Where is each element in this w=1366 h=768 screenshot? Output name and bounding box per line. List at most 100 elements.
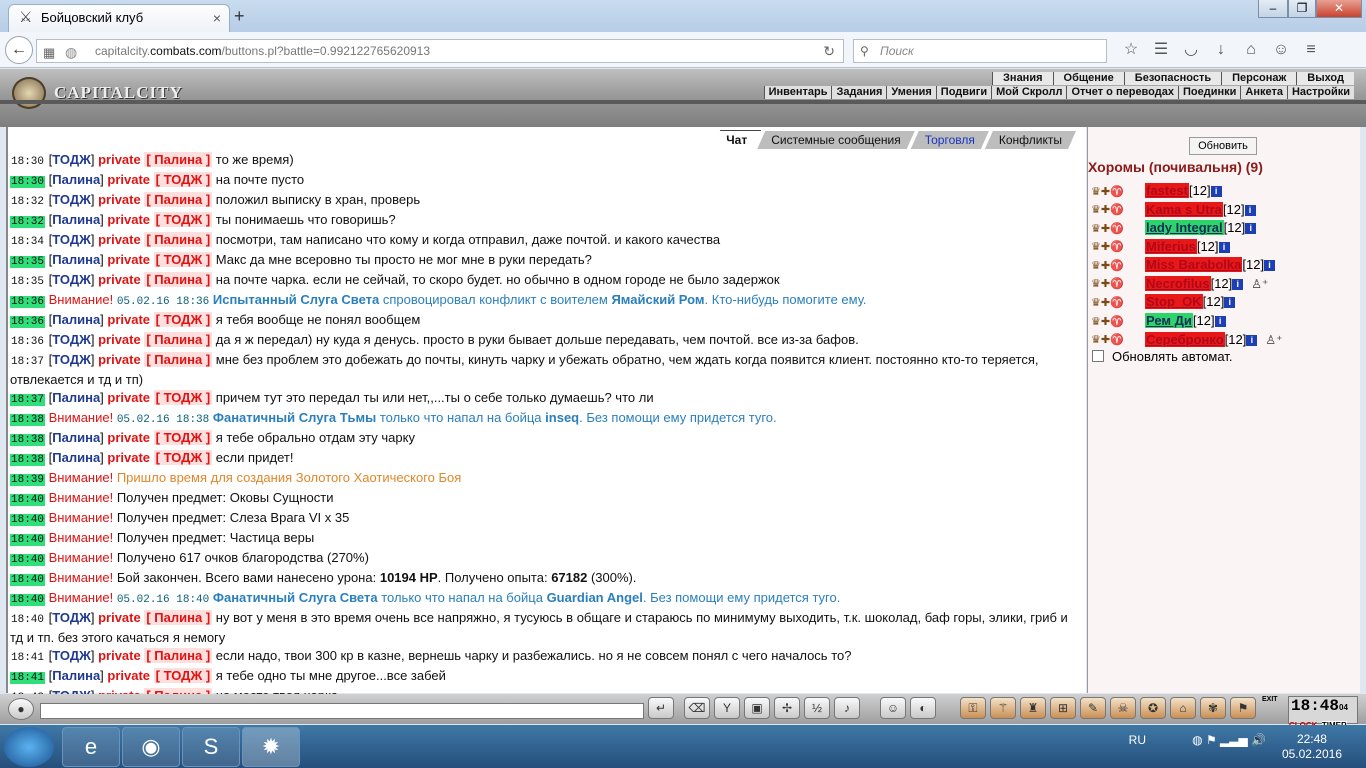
menu-icon[interactable]: ≡ xyxy=(1296,38,1326,62)
player-info-icon[interactable]: i xyxy=(1264,260,1276,272)
run-icon[interactable]: ✢ xyxy=(774,697,800,719)
smiley-menu-icon[interactable]: ● xyxy=(8,698,34,720)
tray-icons[interactable]: ◍ ⚑ ▂▃▅ 🔊 xyxy=(1192,733,1266,747)
menu-communication[interactable]: Общение xyxy=(1052,72,1124,85)
home-icon[interactable]: ⌂ xyxy=(1236,38,1266,62)
sender-name[interactable]: Палина xyxy=(52,450,100,465)
player-info-icon[interactable]: i xyxy=(1232,278,1244,290)
player-name[interactable]: Stop_OK xyxy=(1145,294,1203,310)
player-badges-icon[interactable]: ♛✚♈ xyxy=(1091,275,1145,293)
system-clock[interactable]: 22:48 05.02.2016 xyxy=(1282,732,1342,762)
player-info-icon[interactable]: i xyxy=(1218,241,1230,253)
private-tag[interactable]: private xyxy=(98,272,141,287)
recipient-name[interactable]: [ ТОДЖ ] xyxy=(153,252,213,267)
sender-name[interactable]: ТОДЖ xyxy=(52,332,91,347)
sender-name[interactable]: Палина xyxy=(52,430,100,445)
tab-close-icon[interactable]: × xyxy=(213,5,221,31)
firefox-icon[interactable]: ✹ xyxy=(242,727,300,767)
recipient-name[interactable]: [ ТОДЖ ] xyxy=(153,390,213,405)
sender-name[interactable]: Палина xyxy=(52,312,100,327)
message-time[interactable]: 18:37 xyxy=(10,394,46,406)
player-name[interactable]: lady Integral xyxy=(1145,220,1224,236)
private-tag[interactable]: private xyxy=(98,332,141,347)
reload-icon[interactable]: ↻ xyxy=(823,40,835,62)
paw-icon[interactable]: ✾ xyxy=(1200,697,1226,719)
menu-exit[interactable]: Выход xyxy=(1296,72,1354,85)
player-name[interactable]: Рем Ди xyxy=(1145,312,1193,328)
skype-icon[interactable]: S xyxy=(182,727,240,767)
private-tag[interactable]: private xyxy=(98,232,141,247)
submenu-deeds[interactable]: Подвиги xyxy=(935,86,991,99)
private-tag[interactable]: private xyxy=(107,252,150,267)
recipient-name[interactable]: [ ТОДЖ ] xyxy=(153,312,213,327)
address-bar[interactable]: ▦ ◍ capitalcity.combats.com/buttons.pl?b… xyxy=(36,39,844,63)
exit-label[interactable]: EXIT xyxy=(1262,696,1278,703)
start-button[interactable] xyxy=(4,727,54,767)
sender-name[interactable]: Палина xyxy=(52,668,100,683)
player-name[interactable]: Miss Barabolka xyxy=(1145,257,1243,273)
event-actor[interactable]: Фанатичный Слуга Тьмы xyxy=(213,410,376,425)
message-time[interactable]: 18:41 xyxy=(10,672,46,684)
bookmarks-list-icon[interactable]: ☰ xyxy=(1146,38,1176,62)
private-tag[interactable]: private xyxy=(107,390,150,405)
player-info-icon[interactable]: i xyxy=(1246,334,1258,346)
message-time[interactable]: 18:35 xyxy=(10,256,46,268)
player-info-icon[interactable]: i xyxy=(1245,223,1257,235)
recipient-name[interactable]: [ Палина ] xyxy=(144,352,213,367)
add-friend-icon[interactable]: ♙⁺ xyxy=(1251,277,1268,291)
menu-character[interactable]: Персонаж xyxy=(1221,72,1297,85)
message-time[interactable]: 18:37 xyxy=(10,356,45,368)
message-time[interactable]: 18:36 xyxy=(10,336,45,348)
event-target[interactable]: inseq xyxy=(545,410,579,425)
message-time[interactable]: 18:40 xyxy=(10,514,46,526)
recipient-name[interactable]: [ ТОДЖ ] xyxy=(153,450,213,465)
wand-icon[interactable]: ⚚ xyxy=(990,697,1016,719)
submenu-settings[interactable]: Настройки xyxy=(1286,86,1354,99)
recipient-name[interactable]: [ Палина ] xyxy=(144,232,213,247)
bookmark-star-icon[interactable]: ☆ xyxy=(1116,38,1146,62)
helmet-icon[interactable]: ◐ xyxy=(910,697,936,719)
download-icon[interactable]: ↓ xyxy=(1206,38,1236,62)
player-badges-icon[interactable]: ♛✚♈ xyxy=(1091,201,1145,219)
recipient-name[interactable]: [ ТОДЖ ] xyxy=(153,212,213,227)
private-tag[interactable]: private xyxy=(98,192,141,207)
submenu-transfers[interactable]: Отчет о переводах xyxy=(1066,86,1178,99)
tab-chat[interactable]: Чат xyxy=(712,130,761,148)
smile-icon[interactable]: ☺ xyxy=(880,697,906,719)
menu-knowledge[interactable]: Знания xyxy=(992,72,1053,85)
ie-icon[interactable]: e xyxy=(62,727,120,767)
chrome-icon[interactable]: ◉ xyxy=(122,727,180,767)
auto-refresh-checkbox[interactable] xyxy=(1092,350,1104,362)
recipient-name[interactable]: [ Палина ] xyxy=(144,192,213,207)
recipient-name[interactable]: [ ТОДЖ ] xyxy=(153,430,213,445)
private-tag[interactable]: private xyxy=(98,352,141,367)
message-time[interactable]: 18:38 xyxy=(10,454,46,466)
player-info-icon[interactable]: i xyxy=(1214,316,1226,327)
private-tag[interactable]: private xyxy=(107,668,150,683)
message-time[interactable]: 18:30 xyxy=(10,156,45,168)
minimize-button[interactable]: – xyxy=(1258,0,1288,18)
player-name[interactable]: Miferius xyxy=(1145,238,1197,254)
private-tag[interactable]: private xyxy=(107,312,150,327)
player-name[interactable]: Necrofilus xyxy=(1145,275,1211,291)
tab-system-messages[interactable]: Системные сообщения xyxy=(757,131,915,149)
event-target[interactable]: Guardian Angel xyxy=(547,590,643,605)
private-tag[interactable]: private xyxy=(107,212,150,227)
hello-icon[interactable]: ☺ xyxy=(1266,38,1296,62)
sound-icon[interactable]: ♪ xyxy=(834,697,860,719)
recipient-name[interactable]: [ Палина ] xyxy=(144,332,213,347)
player-info-icon[interactable]: i xyxy=(1224,297,1236,309)
message-time[interactable]: 18:40 xyxy=(10,594,46,606)
message-time[interactable]: 18:41 xyxy=(10,652,45,664)
player-info-icon[interactable]: i xyxy=(1210,186,1222,198)
pocket-icon[interactable]: ◡ xyxy=(1176,38,1206,62)
private-tag[interactable]: private xyxy=(107,450,150,465)
close-window-button[interactable]: ✕ xyxy=(1316,0,1362,18)
lock-icon[interactable]: ⚿ xyxy=(960,697,986,719)
recipient-name[interactable]: [ Палина ] xyxy=(144,272,213,287)
recipient-name[interactable]: [ ТОДЖ ] xyxy=(153,172,213,187)
new-tab-button[interactable]: + xyxy=(234,6,245,27)
player-badges-icon[interactable]: ♛✚♈ xyxy=(1091,294,1145,312)
event-actor[interactable]: Фанатичный Слуга Света xyxy=(213,590,378,605)
player-badges-icon[interactable]: ♛✚♈ xyxy=(1091,220,1145,238)
